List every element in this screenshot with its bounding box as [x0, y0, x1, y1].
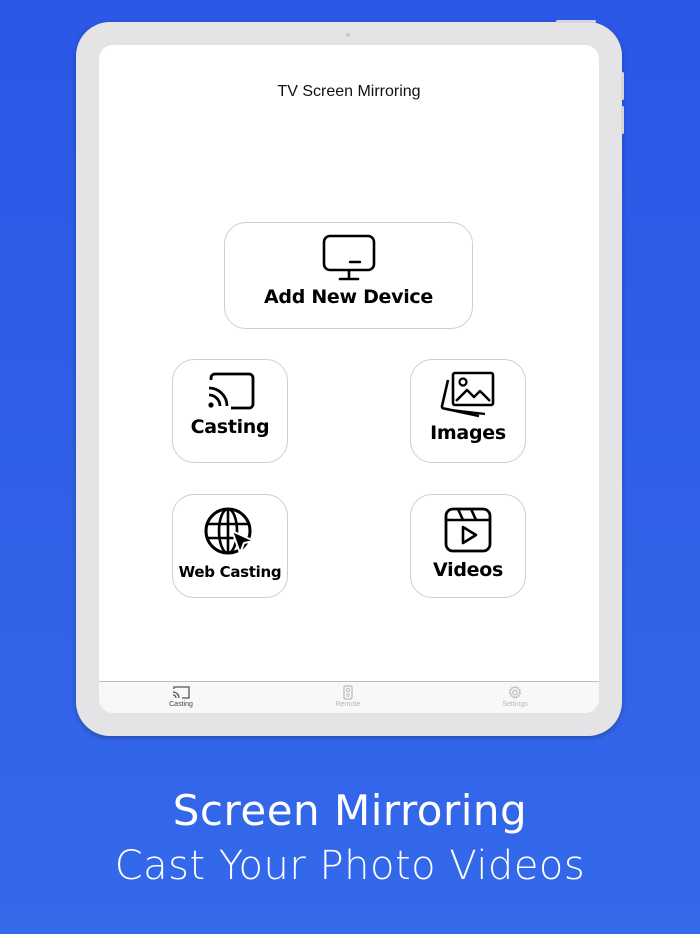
images-icon — [440, 371, 495, 418]
cast-icon — [208, 372, 255, 410]
tab-casting-label: Casting — [169, 701, 193, 708]
tab-remote-label: Remote — [335, 701, 361, 708]
cast-icon — [172, 686, 190, 699]
tab-settings-label: Settings — [502, 701, 528, 708]
tab-remote[interactable]: Remote — [308, 685, 388, 708]
web-casting-button[interactable]: Web Casting — [172, 494, 288, 598]
web-casting-label: Web Casting — [178, 563, 282, 581]
add-new-device-label: Add New Device — [264, 286, 433, 308]
casting-button[interactable]: Casting — [172, 359, 288, 463]
globe-cursor-icon — [204, 507, 255, 555]
tab-casting[interactable]: Casting — [141, 685, 221, 708]
gear-icon — [508, 685, 522, 699]
tablet-camera — [346, 33, 350, 37]
videos-label: Videos — [433, 559, 503, 581]
tab-bar: Casting Remote Settings — [99, 681, 599, 713]
promo-headline: Screen Mirroring — [172, 786, 528, 835]
remote-icon — [343, 685, 353, 700]
images-button[interactable]: Images — [410, 359, 526, 463]
tablet-volume-button — [621, 72, 624, 100]
promo-subheadline: Cast Your Photo Videos — [114, 843, 586, 889]
monitor-icon — [322, 234, 375, 281]
videos-button[interactable]: Videos — [410, 494, 526, 598]
page-title: TV Screen Mirroring — [277, 83, 421, 100]
app-screen: TV Screen Mirroring Add New Device Casti… — [99, 45, 599, 713]
tab-settings[interactable]: Settings — [475, 685, 555, 708]
add-new-device-button[interactable]: Add New Device — [224, 222, 473, 329]
video-icon — [444, 507, 492, 553]
images-label: Images — [430, 422, 506, 444]
casting-label: Casting — [190, 416, 270, 438]
tablet-power-button — [556, 20, 596, 23]
tablet-volume-button — [621, 106, 624, 134]
